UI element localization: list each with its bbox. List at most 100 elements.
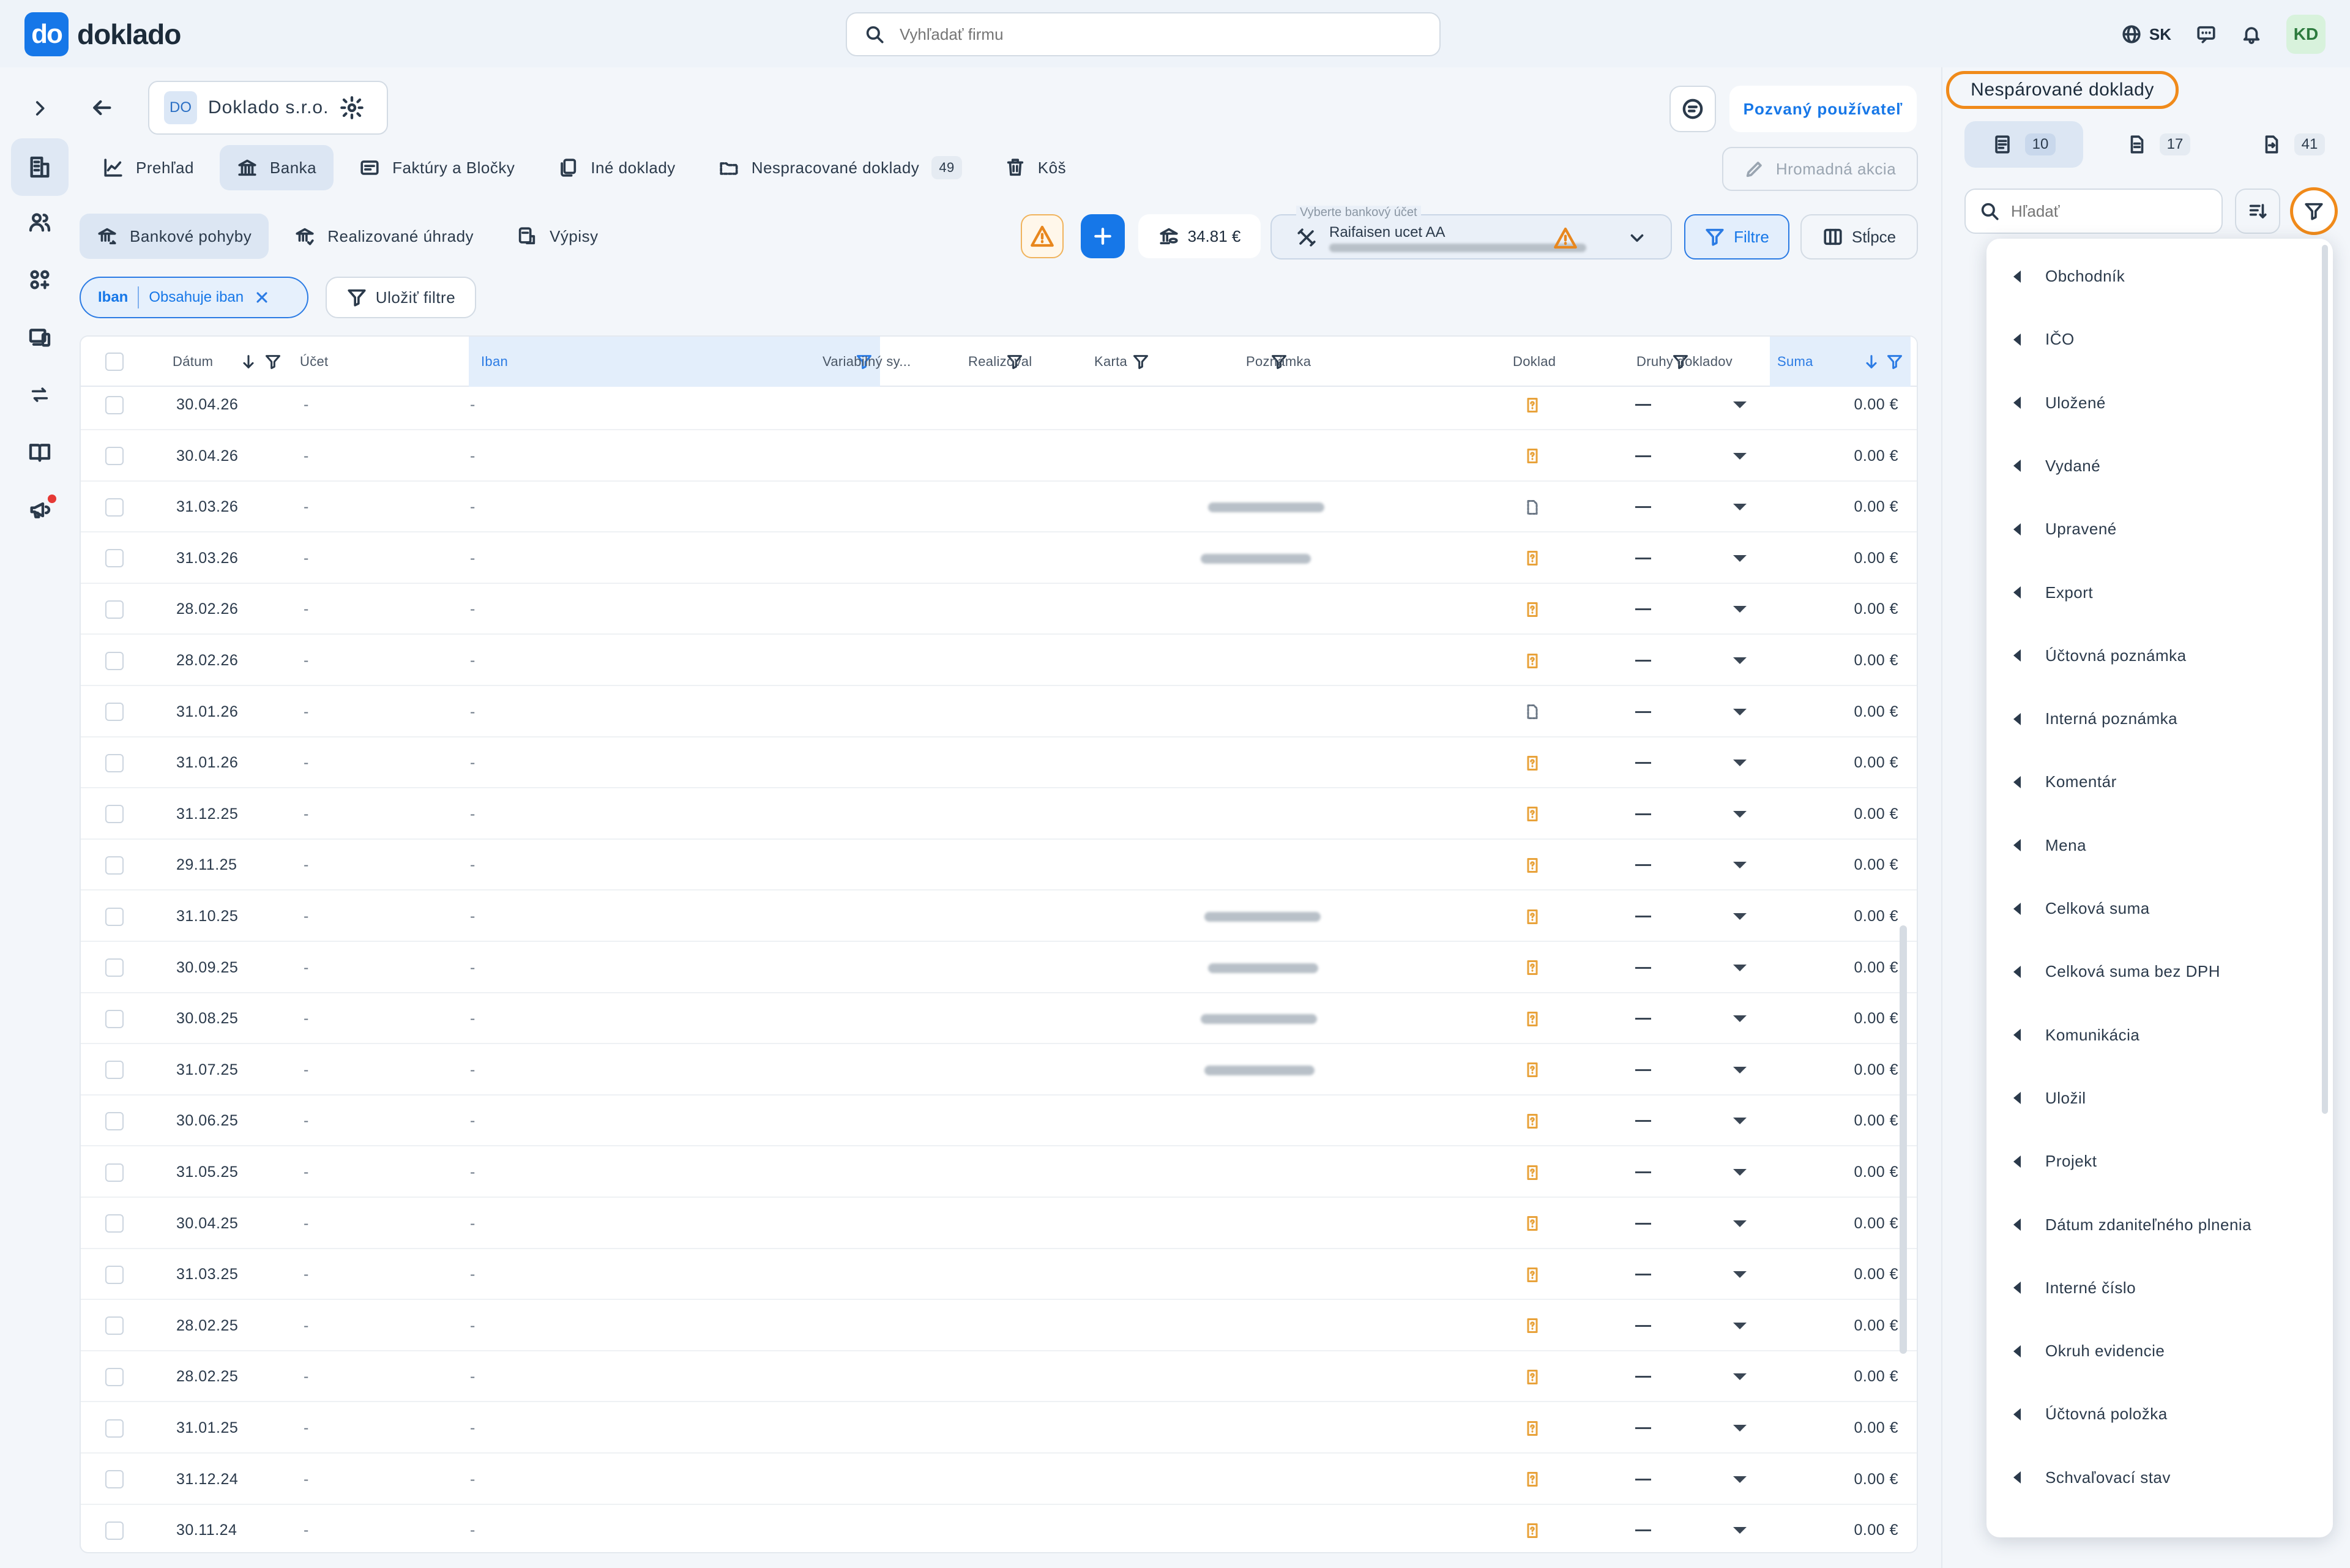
doc-type-dropdown[interactable] (1733, 1351, 1747, 1402)
columns-button[interactable]: Stĺpce (1800, 214, 1918, 259)
filter-field-option[interactable]: Komentár (1986, 750, 2333, 813)
cell-document[interactable] (1524, 635, 1541, 686)
cell-document[interactable] (1524, 1249, 1541, 1300)
row-checkbox[interactable] (105, 395, 124, 414)
cell-document[interactable] (1524, 737, 1541, 788)
row-checkbox[interactable] (105, 1061, 124, 1080)
app-logo[interactable]: do doklado (24, 12, 181, 56)
row-checkbox[interactable] (105, 958, 124, 977)
doc-type-dropdown[interactable] (1733, 1096, 1747, 1146)
filter-icon[interactable] (1886, 353, 1903, 370)
cell-document[interactable] (1524, 993, 1541, 1044)
table-row[interactable]: 30.06.25 - - 0.00 € (81, 1096, 1917, 1147)
row-checkbox[interactable] (105, 753, 124, 772)
doc-type-dropdown[interactable] (1733, 1403, 1747, 1454)
tab-bank-movements[interactable]: Bankové pohyby (80, 214, 269, 259)
add-transaction-button[interactable] (1081, 214, 1125, 258)
doc-type-dropdown[interactable] (1733, 1505, 1747, 1552)
row-checkbox[interactable] (105, 600, 124, 619)
row-checkbox[interactable] (105, 651, 124, 670)
row-checkbox[interactable] (105, 907, 124, 926)
bulk-action-button[interactable]: Hromadná akcia (1722, 147, 1918, 191)
user-avatar[interactable]: KD (2286, 15, 2326, 54)
table-row[interactable]: 30.09.25 - - 0.00 € (81, 943, 1917, 993)
tab-statements[interactable]: Výpisy (499, 214, 616, 259)
table-row[interactable]: 31.03.26 - - 0.00 € (81, 533, 1917, 584)
nav-apps[interactable] (11, 251, 69, 308)
table-row[interactable]: 31.10.25 - - 0.00 € (81, 891, 1917, 942)
company-search[interactable] (846, 12, 1441, 56)
doc-type-dropdown[interactable] (1733, 687, 1747, 737)
filter-field-option[interactable]: Celková suma bez DPH (1986, 940, 2333, 1003)
row-checkbox[interactable] (105, 1470, 124, 1489)
doc-type-dropdown[interactable] (1733, 584, 1747, 635)
table-row[interactable]: 31.12.24 - - 0.00 € (81, 1454, 1917, 1505)
cell-document[interactable] (1524, 1045, 1541, 1096)
row-checkbox[interactable] (105, 805, 124, 824)
language-switch[interactable]: SK (2121, 24, 2171, 45)
cell-document[interactable] (1524, 840, 1541, 890)
table-row[interactable]: 30.04.26 - - 0.00 € (81, 431, 1917, 482)
filter-field-option[interactable]: Obchodník (1986, 245, 2333, 308)
row-checkbox[interactable] (105, 1111, 124, 1130)
table-scrollbar[interactable] (1900, 925, 1907, 1354)
panel-sort-button[interactable] (2235, 189, 2280, 234)
panel-tab-receipts[interactable]: 10 (1964, 121, 2083, 168)
panel-filter-button[interactable] (2290, 187, 2338, 235)
active-filter-chip[interactable]: Iban Obsahuje iban (80, 277, 308, 318)
row-checkbox[interactable] (105, 549, 124, 568)
filter-field-option[interactable]: Účtovná položka (1986, 1383, 2333, 1446)
row-checkbox[interactable] (105, 1214, 124, 1233)
sort-down-icon[interactable] (240, 353, 257, 370)
row-checkbox[interactable] (105, 1367, 124, 1386)
warning-button[interactable] (1021, 214, 1064, 258)
filter-field-option[interactable]: Vydané (1986, 435, 2333, 498)
doc-type-dropdown[interactable] (1733, 993, 1747, 1044)
row-checkbox[interactable] (105, 856, 124, 875)
doc-type-dropdown[interactable] (1733, 1301, 1747, 1351)
cell-document[interactable] (1524, 943, 1541, 993)
row-checkbox[interactable] (105, 1265, 124, 1284)
nav-devices[interactable] (11, 308, 69, 366)
nav-users[interactable] (11, 193, 69, 251)
table-row[interactable]: 31.01.26 - - 0.00 € (81, 687, 1917, 737)
doc-type-dropdown[interactable] (1733, 789, 1747, 840)
table-row[interactable]: 31.01.25 - - 0.00 € (81, 1403, 1917, 1454)
table-row[interactable]: 31.05.25 - - 0.00 € (81, 1147, 1917, 1198)
invited-user-button[interactable]: Pozvaný používateľ (1729, 86, 1917, 132)
bank-account-select[interactable]: Vyberte bankový účet Raifaisen ucet AA (1270, 206, 1672, 259)
table-row[interactable]: 30.04.26 - - 0.00 € (81, 379, 1917, 430)
nav-announcements[interactable] (11, 481, 69, 539)
filter-field-option[interactable]: Projekt (1986, 1130, 2333, 1193)
table-row[interactable]: 28.02.25 - - 0.00 € (81, 1351, 1917, 1403)
bell-icon[interactable] (2241, 24, 2262, 45)
doc-type-dropdown[interactable] (1733, 635, 1747, 686)
cell-document[interactable] (1524, 1454, 1541, 1505)
table-row[interactable]: 29.11.25 - - 0.00 € (81, 840, 1917, 891)
filter-field-option[interactable]: IČO (1986, 308, 2333, 371)
panel-tab-exported[interactable]: 41 (2234, 121, 2350, 168)
filter-field-option[interactable]: Interné číslo (1986, 1256, 2333, 1320)
nav-companies[interactable] (11, 138, 69, 196)
panel-search[interactable] (1964, 189, 2223, 234)
table-row[interactable]: 31.03.26 - - 0.00 € (81, 482, 1917, 533)
table-row[interactable]: 28.02.26 - - 0.00 € (81, 584, 1917, 635)
row-checkbox[interactable] (105, 498, 124, 517)
filter-field-option[interactable]: Interná poznámka (1986, 687, 2333, 750)
cell-document[interactable] (1524, 431, 1541, 482)
cell-document[interactable] (1524, 1301, 1541, 1351)
doc-type-dropdown[interactable] (1733, 379, 1747, 430)
doc-type-dropdown[interactable] (1733, 1454, 1747, 1505)
panel-tab-documents[interactable]: 17 (2099, 121, 2218, 168)
sort-down-icon[interactable] (1863, 353, 1880, 370)
row-checkbox[interactable] (105, 1521, 124, 1540)
filter-field-option[interactable]: Schvaľovací stav (1986, 1446, 2333, 1509)
filter-field-option[interactable]: Okruh evidencie (1986, 1320, 2333, 1383)
table-row[interactable]: 30.04.25 - - 0.00 € (81, 1198, 1917, 1249)
cell-document[interactable] (1524, 533, 1541, 584)
message-icon[interactable] (2196, 24, 2217, 45)
doc-type-dropdown[interactable] (1733, 891, 1747, 942)
table-row[interactable]: 30.11.24 - - 0.00 € (81, 1505, 1917, 1552)
row-checkbox[interactable] (105, 1163, 124, 1182)
doc-type-dropdown[interactable] (1733, 840, 1747, 890)
